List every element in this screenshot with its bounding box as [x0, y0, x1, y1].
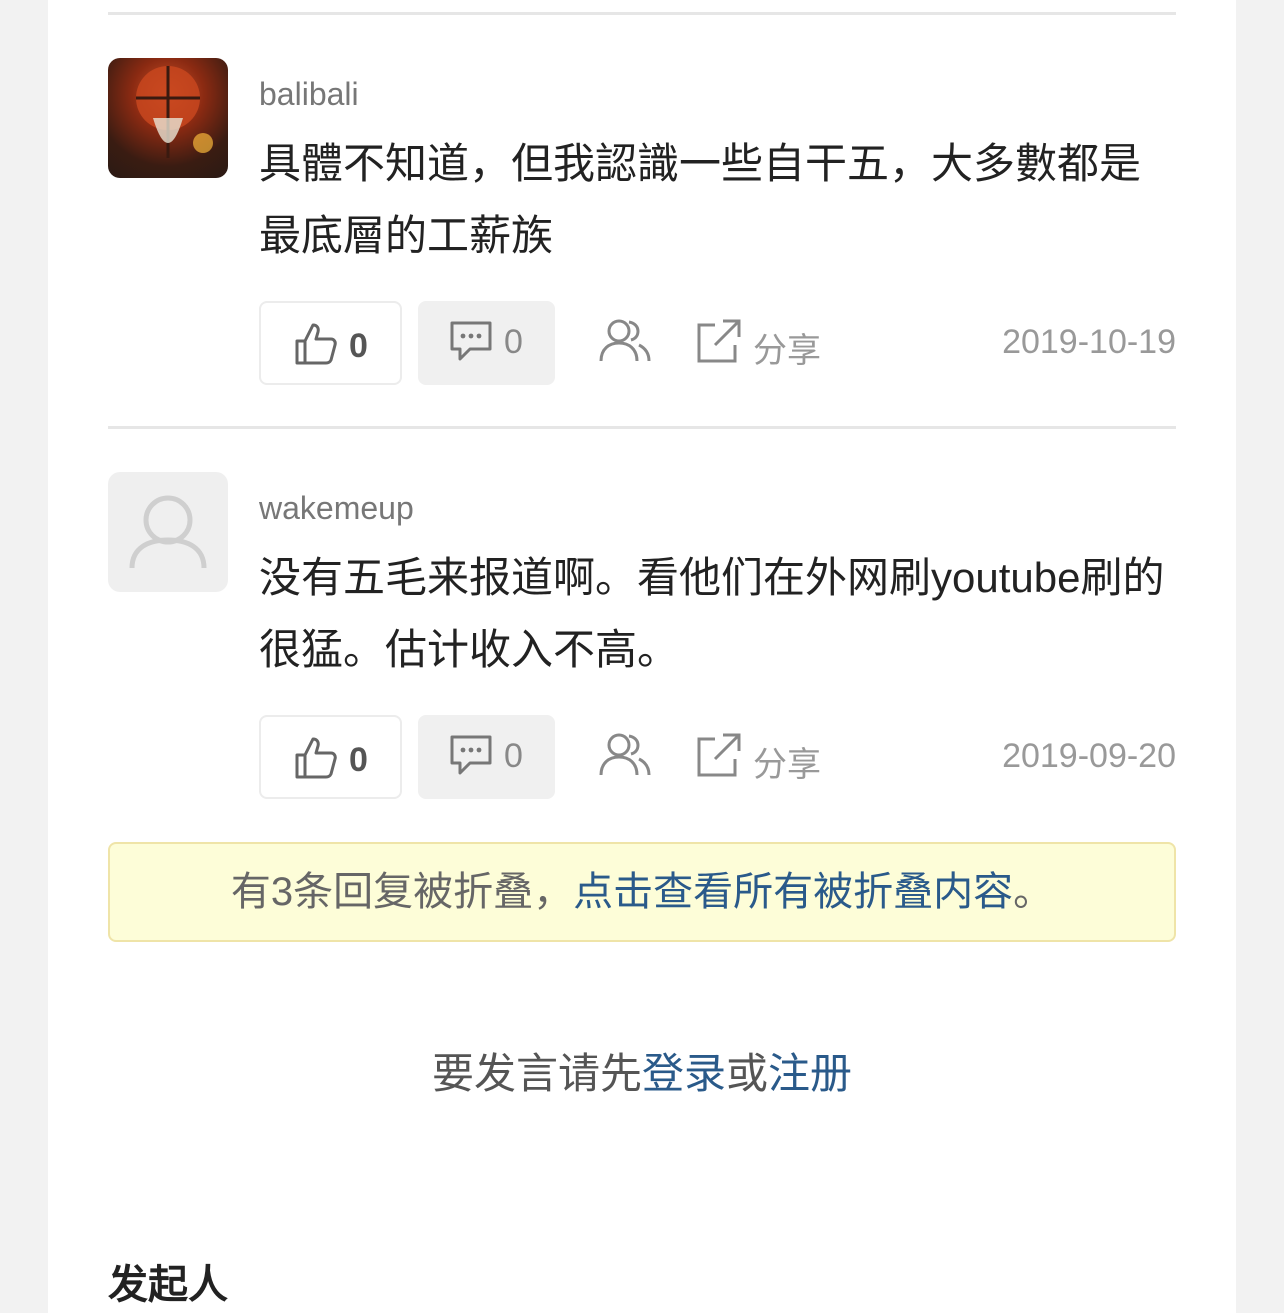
login-prompt: 要发言请先登录或注册: [48, 1040, 1236, 1101]
share-icon: [697, 319, 741, 363]
comment-actions: 0 0: [259, 715, 1176, 799]
fold-notice-text: 有3条回复被折叠，: [230, 870, 574, 914]
avatar[interactable]: [108, 58, 228, 178]
reply-count: 0: [504, 323, 523, 361]
login-prompt-text: 要发言请先: [431, 1050, 642, 1097]
avatar[interactable]: [108, 472, 228, 592]
login-link[interactable]: 登录: [642, 1050, 726, 1097]
comment-date: 2019-10-19: [1002, 323, 1176, 361]
folded-replies-notice: 有3条回复被折叠，点击查看所有被折叠内容。: [108, 842, 1176, 942]
comment-icon: [450, 735, 492, 775]
comment-text: 没有五毛来报道啊。看他们在外网刷youtube刷的很猛。估计收入不高。: [259, 554, 1165, 673]
register-link[interactable]: 注册: [768, 1050, 852, 1097]
username[interactable]: balibali: [259, 76, 359, 113]
share-button[interactable]: 分享: [695, 317, 821, 370]
comment-item: wakemeup 没有五毛来报道啊。看他们在外网刷youtube刷的很猛。估计收…: [108, 472, 1176, 802]
like-count: 0: [349, 741, 368, 779]
share-icon: [697, 733, 741, 777]
comment-text: 具體不知道，但我認識一些自干五，大多數都是最底層的工薪族: [259, 140, 1142, 259]
fold-notice-suffix: 。: [1013, 870, 1054, 914]
share-label: 分享: [753, 332, 821, 370]
divider: [108, 426, 1176, 429]
divider: [108, 12, 1176, 15]
show-folded-link[interactable]: 点击查看所有被折叠内容: [573, 870, 1013, 914]
like-button[interactable]: 0: [259, 715, 402, 799]
login-prompt-or: 或: [726, 1050, 769, 1097]
users-icon[interactable]: [599, 317, 651, 365]
thumbs-up-icon: [295, 737, 337, 779]
comment-actions: 0 0: [259, 301, 1176, 385]
username[interactable]: wakemeup: [259, 490, 414, 527]
reply-button[interactable]: 0: [418, 715, 555, 799]
section-title: 发起人: [108, 1263, 228, 1307]
page: balibali 具體不知道，但我認識一些自干五，大多數都是最底層的工薪族 0 …: [48, 0, 1236, 1313]
reply-button[interactable]: 0: [418, 301, 555, 385]
like-count: 0: [349, 327, 368, 365]
comment-item: balibali 具體不知道，但我認識一些自干五，大多數都是最底層的工薪族 0 …: [108, 58, 1176, 388]
share-button[interactable]: 分享: [695, 731, 821, 784]
avatar-photo-icon: [136, 66, 213, 158]
comment-icon: [450, 321, 492, 361]
like-button[interactable]: 0: [259, 301, 402, 385]
share-label: 分享: [753, 746, 821, 784]
users-icon[interactable]: [599, 731, 651, 779]
thumbs-up-icon: [295, 323, 337, 365]
comment-date: 2019-09-20: [1002, 737, 1176, 775]
default-avatar-icon: [129, 495, 207, 569]
reply-count: 0: [504, 737, 523, 775]
